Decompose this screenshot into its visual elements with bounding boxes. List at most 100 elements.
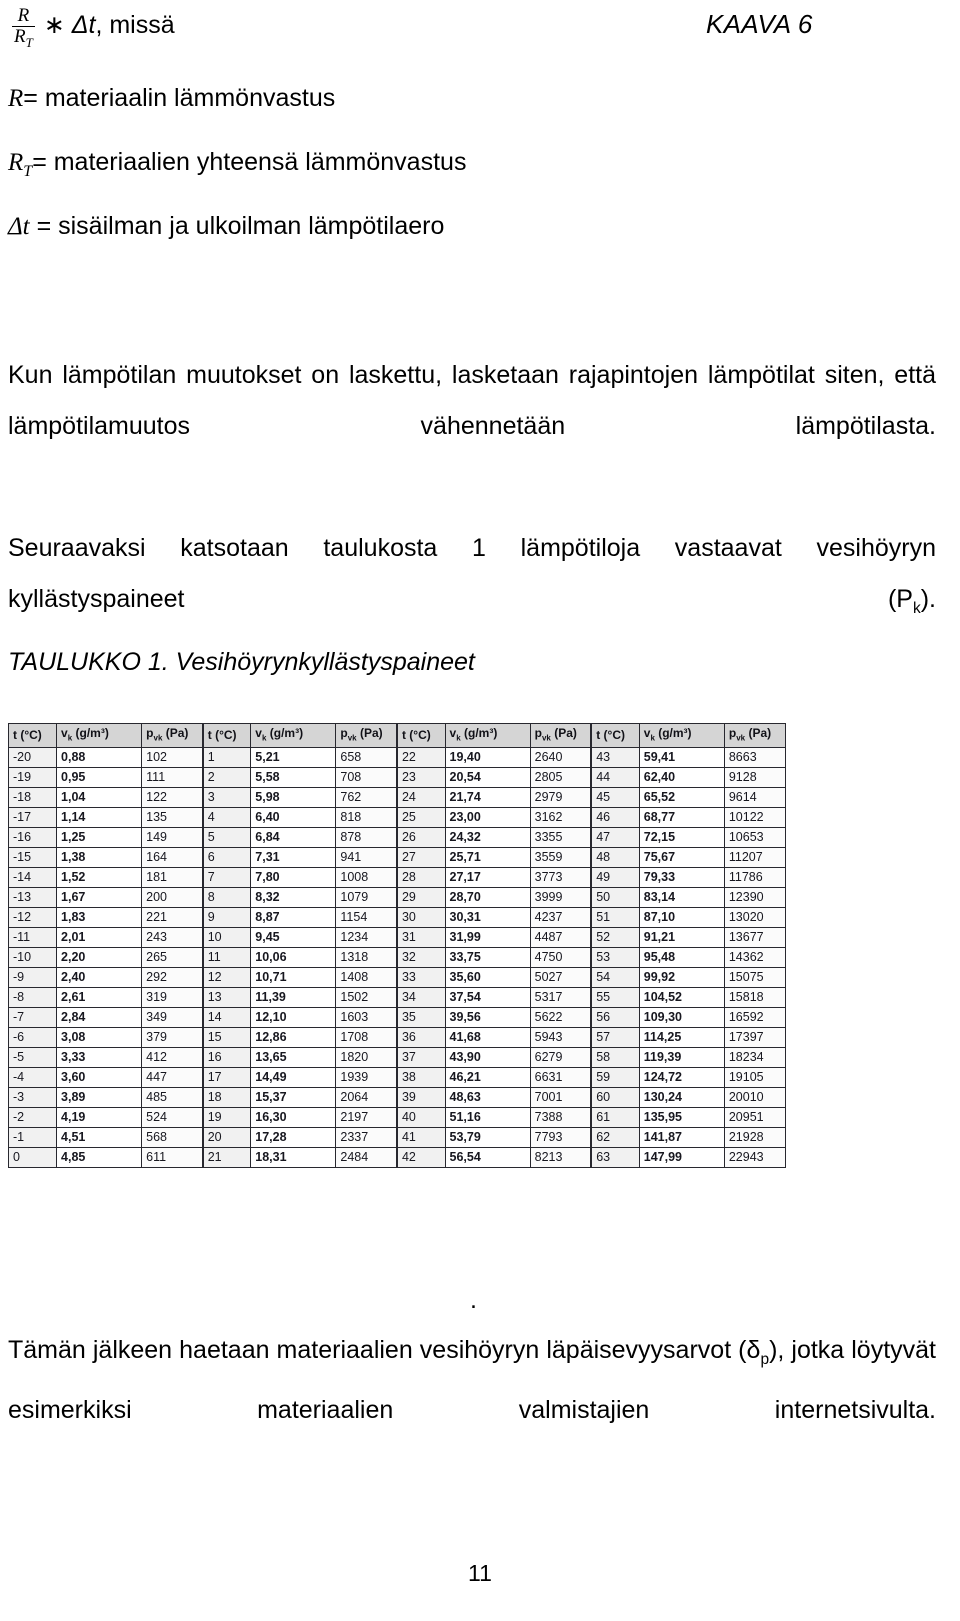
header-subscript: vk <box>541 733 551 743</box>
cell-vk: 8,87 <box>250 907 337 929</box>
cell-pvk: 1820 <box>335 1047 398 1069</box>
cell-pvk: 15075 <box>723 967 787 989</box>
table-header-cell-temperature: t (°C) <box>395 722 446 749</box>
cell-pvk: 5317 <box>529 987 592 1009</box>
cell-temperature: 35 <box>395 1007 446 1029</box>
cell-pvk: 17397 <box>723 1027 787 1049</box>
cell-pvk: 8663 <box>723 747 787 769</box>
cell-pvk: 221 <box>141 907 204 929</box>
cell-pvk: 568 <box>141 1127 204 1149</box>
cell-vk: 23,00 <box>444 807 531 829</box>
table-row: -20 0,88 102 1 5,21 658 22 19,40 2640 43 59,41 8663 <box>7 747 787 769</box>
table-row: -10 2,20 265 11 10,06 1318 32 33,75 4750 53 95,48 1… <box>7 947 787 969</box>
cell-temperature: -2 <box>7 1107 58 1129</box>
cell-vk: 15,37 <box>250 1087 337 1109</box>
cell-pvk: 1939 <box>335 1067 398 1089</box>
header-subscript: k <box>650 733 655 743</box>
cell-vk: 43,90 <box>444 1047 531 1069</box>
cell-pvk: 2484 <box>335 1147 398 1169</box>
cell-pvk: 20951 <box>723 1107 787 1129</box>
cell-vk: 16,30 <box>250 1107 337 1129</box>
cell-pvk: 379 <box>141 1027 204 1049</box>
table-row: 0 4,85 611 21 18,31 2484 42 56,54 8213 63 147,99 22… <box>7 1147 787 1169</box>
cell-vk: 147,99 <box>638 1147 725 1169</box>
table-header-cell-temperature: t (°C) <box>201 722 252 749</box>
cell-vk: 12,86 <box>250 1027 337 1049</box>
cell-temperature: -9 <box>7 967 58 989</box>
table-header-cell-temperature: t (°C) <box>590 722 640 749</box>
cell-pvk: 13020 <box>723 907 787 929</box>
cell-temperature: -15 <box>7 847 58 869</box>
table-row: -8 2,61 319 13 11,39 1502 34 37,54 5317 55 104,52 1… <box>7 987 787 1009</box>
cell-temperature: 19 <box>201 1107 252 1129</box>
cell-temperature: 44 <box>590 767 640 789</box>
cell-pvk: 292 <box>141 967 204 989</box>
cell-pvk: 243 <box>141 927 204 949</box>
cell-vk: 51,16 <box>444 1107 531 1129</box>
table-row: -17 1,14 135 4 6,40 818 25 23,00 3162 46 68,77 1012… <box>7 807 787 829</box>
table-header-cell-vk: vk (g/m³) <box>250 722 337 749</box>
cell-pvk: 319 <box>141 987 204 1009</box>
table-row: -6 3,08 379 15 12,86 1708 36 41,68 5943 57 114,25 1… <box>7 1027 787 1049</box>
cell-pvk: 7793 <box>529 1127 592 1149</box>
cell-pvk: 818 <box>335 807 398 829</box>
table-header-cell-vk: vk (g/m³) <box>56 722 143 749</box>
cell-vk: 17,28 <box>250 1127 337 1149</box>
table-header-cell-vk: vk (g/m³) <box>444 722 531 749</box>
table-row: -1 4,51 568 20 17,28 2337 41 53,79 7793 62 141,87 2… <box>7 1127 787 1149</box>
cell-temperature: -6 <box>7 1027 58 1049</box>
table-header-row: t (°C) vk (g/m³) pvk (Pa) t (°C) vk (g/m³) pv… <box>7 722 787 749</box>
cell-temperature: 29 <box>395 887 446 909</box>
formula-tail: ∗ Δt, missä <box>44 10 175 40</box>
cell-temperature: 58 <box>590 1047 640 1069</box>
paragraph-seuraavaksi-pre: Seuraavaksi katsotaan taulukosta 1 lämpö… <box>8 534 936 613</box>
paragraph-kun-lampotilan: Kun lämpötilan muutokset on laskettu, la… <box>8 361 936 440</box>
cell-vk: 20,54 <box>444 767 531 789</box>
table-row: -2 4,19 524 19 16,30 2197 40 51,16 7388 61 135,95 2… <box>7 1107 787 1129</box>
cell-pvk: 7001 <box>529 1087 592 1109</box>
cell-temperature: 10 <box>201 927 252 949</box>
header-subscript: vk <box>347 733 357 743</box>
cell-temperature: 4 <box>201 807 252 829</box>
cell-temperature: 55 <box>590 987 640 1009</box>
cell-temperature: -11 <box>7 927 58 949</box>
cell-pvk: 878 <box>335 827 398 849</box>
cell-pvk: 2805 <box>529 767 592 789</box>
cell-pvk: 10653 <box>723 827 787 849</box>
cell-vk: 87,10 <box>638 907 725 929</box>
cell-vk: 5,58 <box>250 767 337 789</box>
cell-vk: 79,33 <box>638 867 725 889</box>
cell-temperature: 49 <box>590 867 640 889</box>
cell-vk: 6,84 <box>250 827 337 849</box>
cell-temperature: 38 <box>395 1067 446 1089</box>
cell-vk: 39,56 <box>444 1007 531 1029</box>
cell-pvk: 1603 <box>335 1007 398 1029</box>
cell-temperature: 59 <box>590 1067 640 1089</box>
cell-vk: 0,95 <box>56 767 143 789</box>
cell-vk: 1,83 <box>56 907 143 929</box>
cell-temperature: 11 <box>201 947 252 969</box>
cell-vk: 12,10 <box>250 1007 337 1029</box>
cell-temperature: -14 <box>7 867 58 889</box>
cell-pvk: 4487 <box>529 927 592 949</box>
cell-vk: 104,52 <box>638 987 725 1009</box>
fraction-numerator: R <box>12 6 35 27</box>
paragraph-seuraavaksi-subscript: k <box>912 600 921 617</box>
cell-temperature: 40 <box>395 1107 446 1129</box>
cell-temperature: -20 <box>7 747 58 769</box>
cell-vk: 130,24 <box>638 1087 725 1109</box>
table-caption: TAULUKKO 1. Vesihöyrynkyllästyspaineet <box>8 648 475 676</box>
cell-vk: 5,21 <box>250 747 337 769</box>
cell-temperature: -12 <box>7 907 58 929</box>
cell-vk: 13,65 <box>250 1047 337 1069</box>
table-row: -3 3,89 485 18 15,37 2064 39 48,63 7001 60 130,24 2… <box>7 1087 787 1109</box>
cell-vk: 9,45 <box>250 927 337 949</box>
cell-pvk: 412 <box>141 1047 204 1069</box>
cell-temperature: -13 <box>7 887 58 909</box>
cell-temperature: -16 <box>7 827 58 849</box>
paragraph-taman-subscript: p <box>760 1351 770 1368</box>
cell-vk: 124,72 <box>638 1067 725 1089</box>
cell-temperature: 2 <box>201 767 252 789</box>
cell-vk: 28,70 <box>444 887 531 909</box>
definition-rt: RT= materiaalien yhteensä lämmönvastus <box>8 148 466 181</box>
